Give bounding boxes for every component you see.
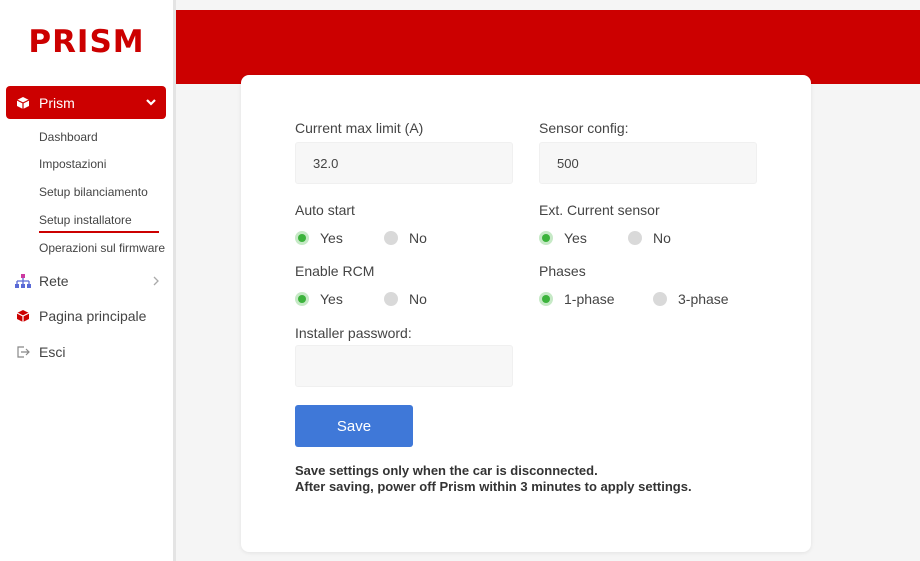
brand-logo: PRISM: [28, 24, 145, 60]
cube-icon: [16, 96, 30, 110]
sensor-config-label: Sensor config:: [539, 120, 629, 136]
save-note-line-2: After saving, power off Prism within 3 m…: [295, 479, 692, 494]
sidebar-item-label: Rete: [39, 273, 69, 289]
enable-rcm-no-radio[interactable]: No: [384, 291, 427, 307]
radio-selected-icon: [295, 231, 309, 245]
save-button[interactable]: Save: [295, 405, 413, 447]
ext-sensor-no-radio[interactable]: No: [628, 230, 671, 246]
radio-unselected-icon: [628, 231, 642, 245]
installer-password-label: Installer password:: [295, 325, 412, 341]
sidebar-item-esci[interactable]: Esci: [14, 342, 164, 362]
sidebar-subitem-setup-bilanciamento[interactable]: Setup bilanciamento: [39, 185, 148, 199]
enable-rcm-yes-radio[interactable]: Yes: [295, 291, 384, 307]
header-bar: [176, 10, 920, 84]
ext-sensor-yes-radio[interactable]: Yes: [539, 230, 628, 246]
sidebar-item-pagina-principale[interactable]: Pagina principale: [14, 306, 164, 326]
phases-3-phase-radio[interactable]: 3-phase: [653, 291, 729, 307]
network-icon: [14, 272, 32, 290]
sidebar-subitem-impostazioni[interactable]: Impostazioni: [39, 157, 106, 171]
cube-icon: [14, 307, 32, 325]
radio-selected-icon: [295, 292, 309, 306]
radio-unselected-icon: [653, 292, 667, 306]
phases-1-phase-radio[interactable]: 1-phase: [539, 291, 653, 307]
enable-rcm-radio-group: Yes No: [295, 291, 427, 307]
sidebar-divider: [173, 0, 176, 561]
sidebar-subitem-dashboard[interactable]: Dashboard: [39, 130, 98, 144]
radio-selected-icon: [539, 292, 553, 306]
sidebar-subitem-setup-installatore[interactable]: Setup installatore: [39, 213, 132, 227]
chevron-right-icon: [152, 273, 160, 289]
sidebar: PRISM Prism Dashboard Impostazioni Setup…: [0, 0, 173, 561]
save-note-line-1: Save settings only when the car is disco…: [295, 463, 598, 478]
installer-password-input[interactable]: [295, 345, 513, 387]
sidebar-item-label: Pagina principale: [39, 308, 147, 324]
sidebar-item-rete[interactable]: Rete: [14, 271, 164, 291]
current-max-label: Current max limit (A): [295, 120, 424, 136]
phases-radio-group: 1-phase 3-phase: [539, 291, 729, 307]
sidebar-item-label: Prism: [39, 94, 75, 111]
chevron-down-icon: [145, 95, 157, 111]
active-subitem-underline: [39, 231, 159, 233]
radio-selected-icon: [539, 231, 553, 245]
logout-icon: [14, 343, 32, 361]
ext-sensor-label: Ext. Current sensor: [539, 202, 660, 218]
sensor-config-input[interactable]: [539, 142, 757, 184]
sidebar-subitem-operazioni-firmware[interactable]: Operazioni sul firmware: [39, 241, 165, 255]
enable-rcm-label: Enable RCM: [295, 263, 375, 279]
radio-unselected-icon: [384, 292, 398, 306]
radio-unselected-icon: [384, 231, 398, 245]
auto-start-label: Auto start: [295, 202, 355, 218]
phases-label: Phases: [539, 263, 586, 279]
sidebar-item-label: Esci: [39, 344, 66, 360]
ext-sensor-radio-group: Yes No: [539, 230, 671, 246]
auto-start-no-radio[interactable]: No: [384, 230, 427, 246]
current-max-input[interactable]: [295, 142, 513, 184]
sidebar-item-prism[interactable]: Prism: [6, 86, 166, 119]
auto-start-yes-radio[interactable]: Yes: [295, 230, 384, 246]
top-strip: [176, 0, 920, 10]
auto-start-radio-group: Yes No: [295, 230, 427, 246]
